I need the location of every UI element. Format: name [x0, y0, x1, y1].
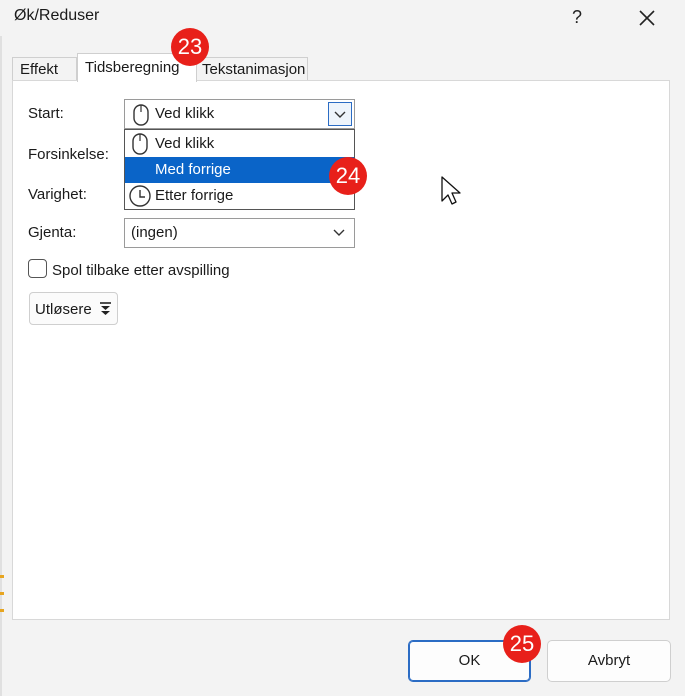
title-bar: Øk/Reduser ?: [0, 0, 685, 36]
chevron-down-icon: [334, 111, 346, 118]
start-combobox[interactable]: Ved klikk: [124, 99, 355, 129]
background-marks: [0, 575, 4, 635]
double-chevron-down-icon: [100, 302, 111, 315]
mouse-icon: [132, 133, 148, 155]
dropdown-option-etter-forrige[interactable]: Etter forrige: [125, 183, 354, 209]
mouse-icon: [133, 104, 149, 126]
triggers-label: Utløsere: [35, 301, 92, 318]
annotation-badge-25: 25: [503, 625, 541, 663]
tab-label: Tidsberegning: [85, 59, 180, 76]
triggers-button[interactable]: Utløsere: [29, 292, 118, 325]
cancel-button[interactable]: Avbryt: [547, 640, 671, 682]
tab-label: Effekt: [20, 61, 59, 78]
option-label: Ved klikk: [155, 135, 215, 152]
start-value: Ved klikk: [155, 105, 215, 122]
start-dropdown-list: Ved klikk Med forrige Etter forrige: [124, 129, 355, 210]
cancel-label: Avbryt: [587, 652, 631, 669]
delay-label: Forsinkelse:: [28, 146, 109, 163]
clock-icon: [129, 185, 151, 207]
dropdown-option-ved-klikk[interactable]: Ved klikk: [125, 131, 354, 157]
option-label: Etter forrige: [155, 187, 234, 204]
rewind-label[interactable]: Spol tilbake etter avspilling: [52, 262, 230, 279]
close-icon: [639, 10, 655, 26]
repeat-dropdown-button[interactable]: [328, 221, 352, 245]
tab-tekstanimasjon[interactable]: Tekstanimasjon: [194, 57, 308, 81]
start-dropdown-button[interactable]: [328, 102, 352, 126]
chevron-down-icon: [333, 229, 345, 236]
close-button[interactable]: [632, 4, 662, 32]
dropdown-option-med-forrige[interactable]: Med forrige: [125, 157, 354, 183]
start-label: Start:: [28, 105, 64, 122]
window-title: Øk/Reduser: [14, 7, 100, 24]
option-label: Med forrige: [155, 161, 231, 178]
repeat-combobox[interactable]: (ingen): [124, 218, 355, 248]
tab-effekt[interactable]: Effekt: [12, 57, 77, 81]
duration-label: Varighet:: [28, 186, 87, 203]
annotation-badge-23: 23: [171, 28, 209, 66]
repeat-label: Gjenta:: [28, 224, 77, 241]
annotation-badge-24: 24: [329, 157, 367, 195]
mouse-pointer-icon: [441, 176, 461, 205]
tab-label: Tekstanimasjon: [202, 61, 306, 78]
repeat-value: (ingen): [131, 224, 178, 241]
ok-label: OK: [458, 652, 481, 669]
help-button[interactable]: ?: [562, 2, 592, 32]
rewind-checkbox[interactable]: [28, 259, 47, 278]
